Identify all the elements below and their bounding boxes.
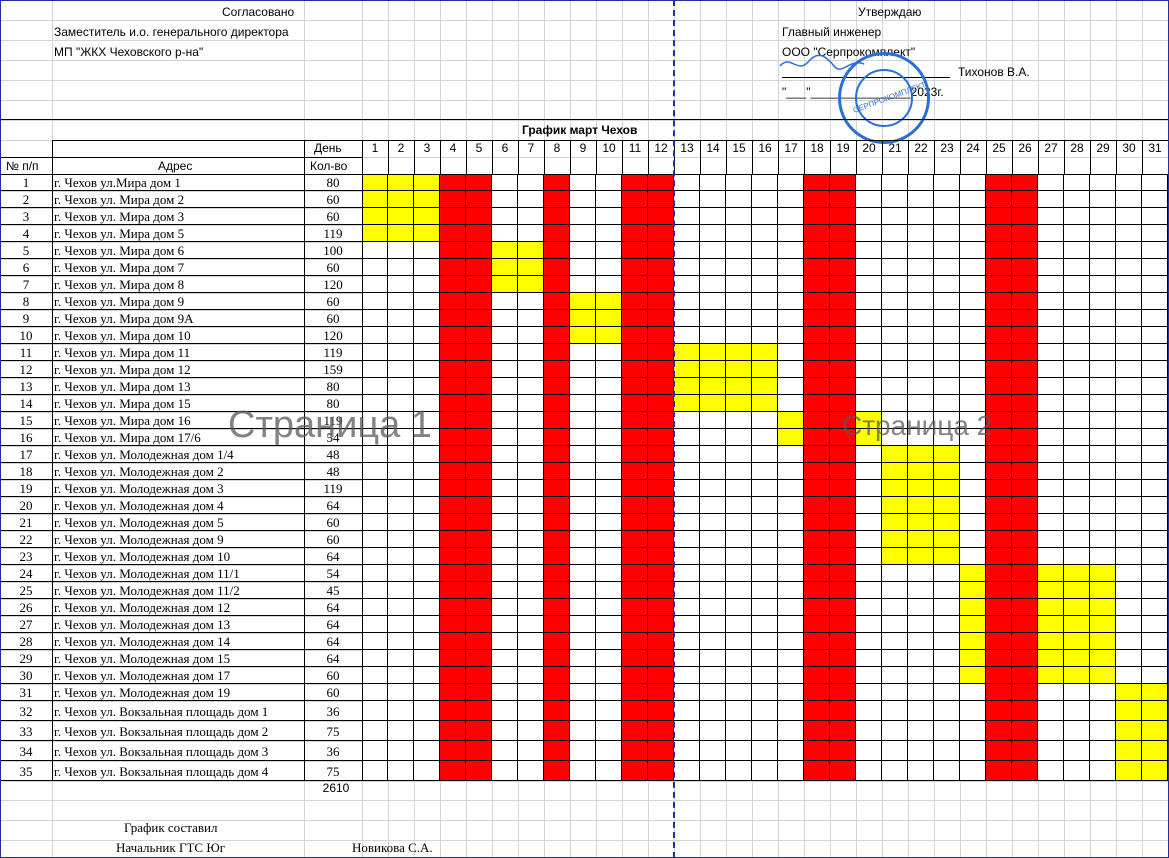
page-border: [0, 0, 1169, 858]
spreadsheet-sheet: Согласовано Заместитель и.о. генеральног…: [0, 0, 1169, 858]
